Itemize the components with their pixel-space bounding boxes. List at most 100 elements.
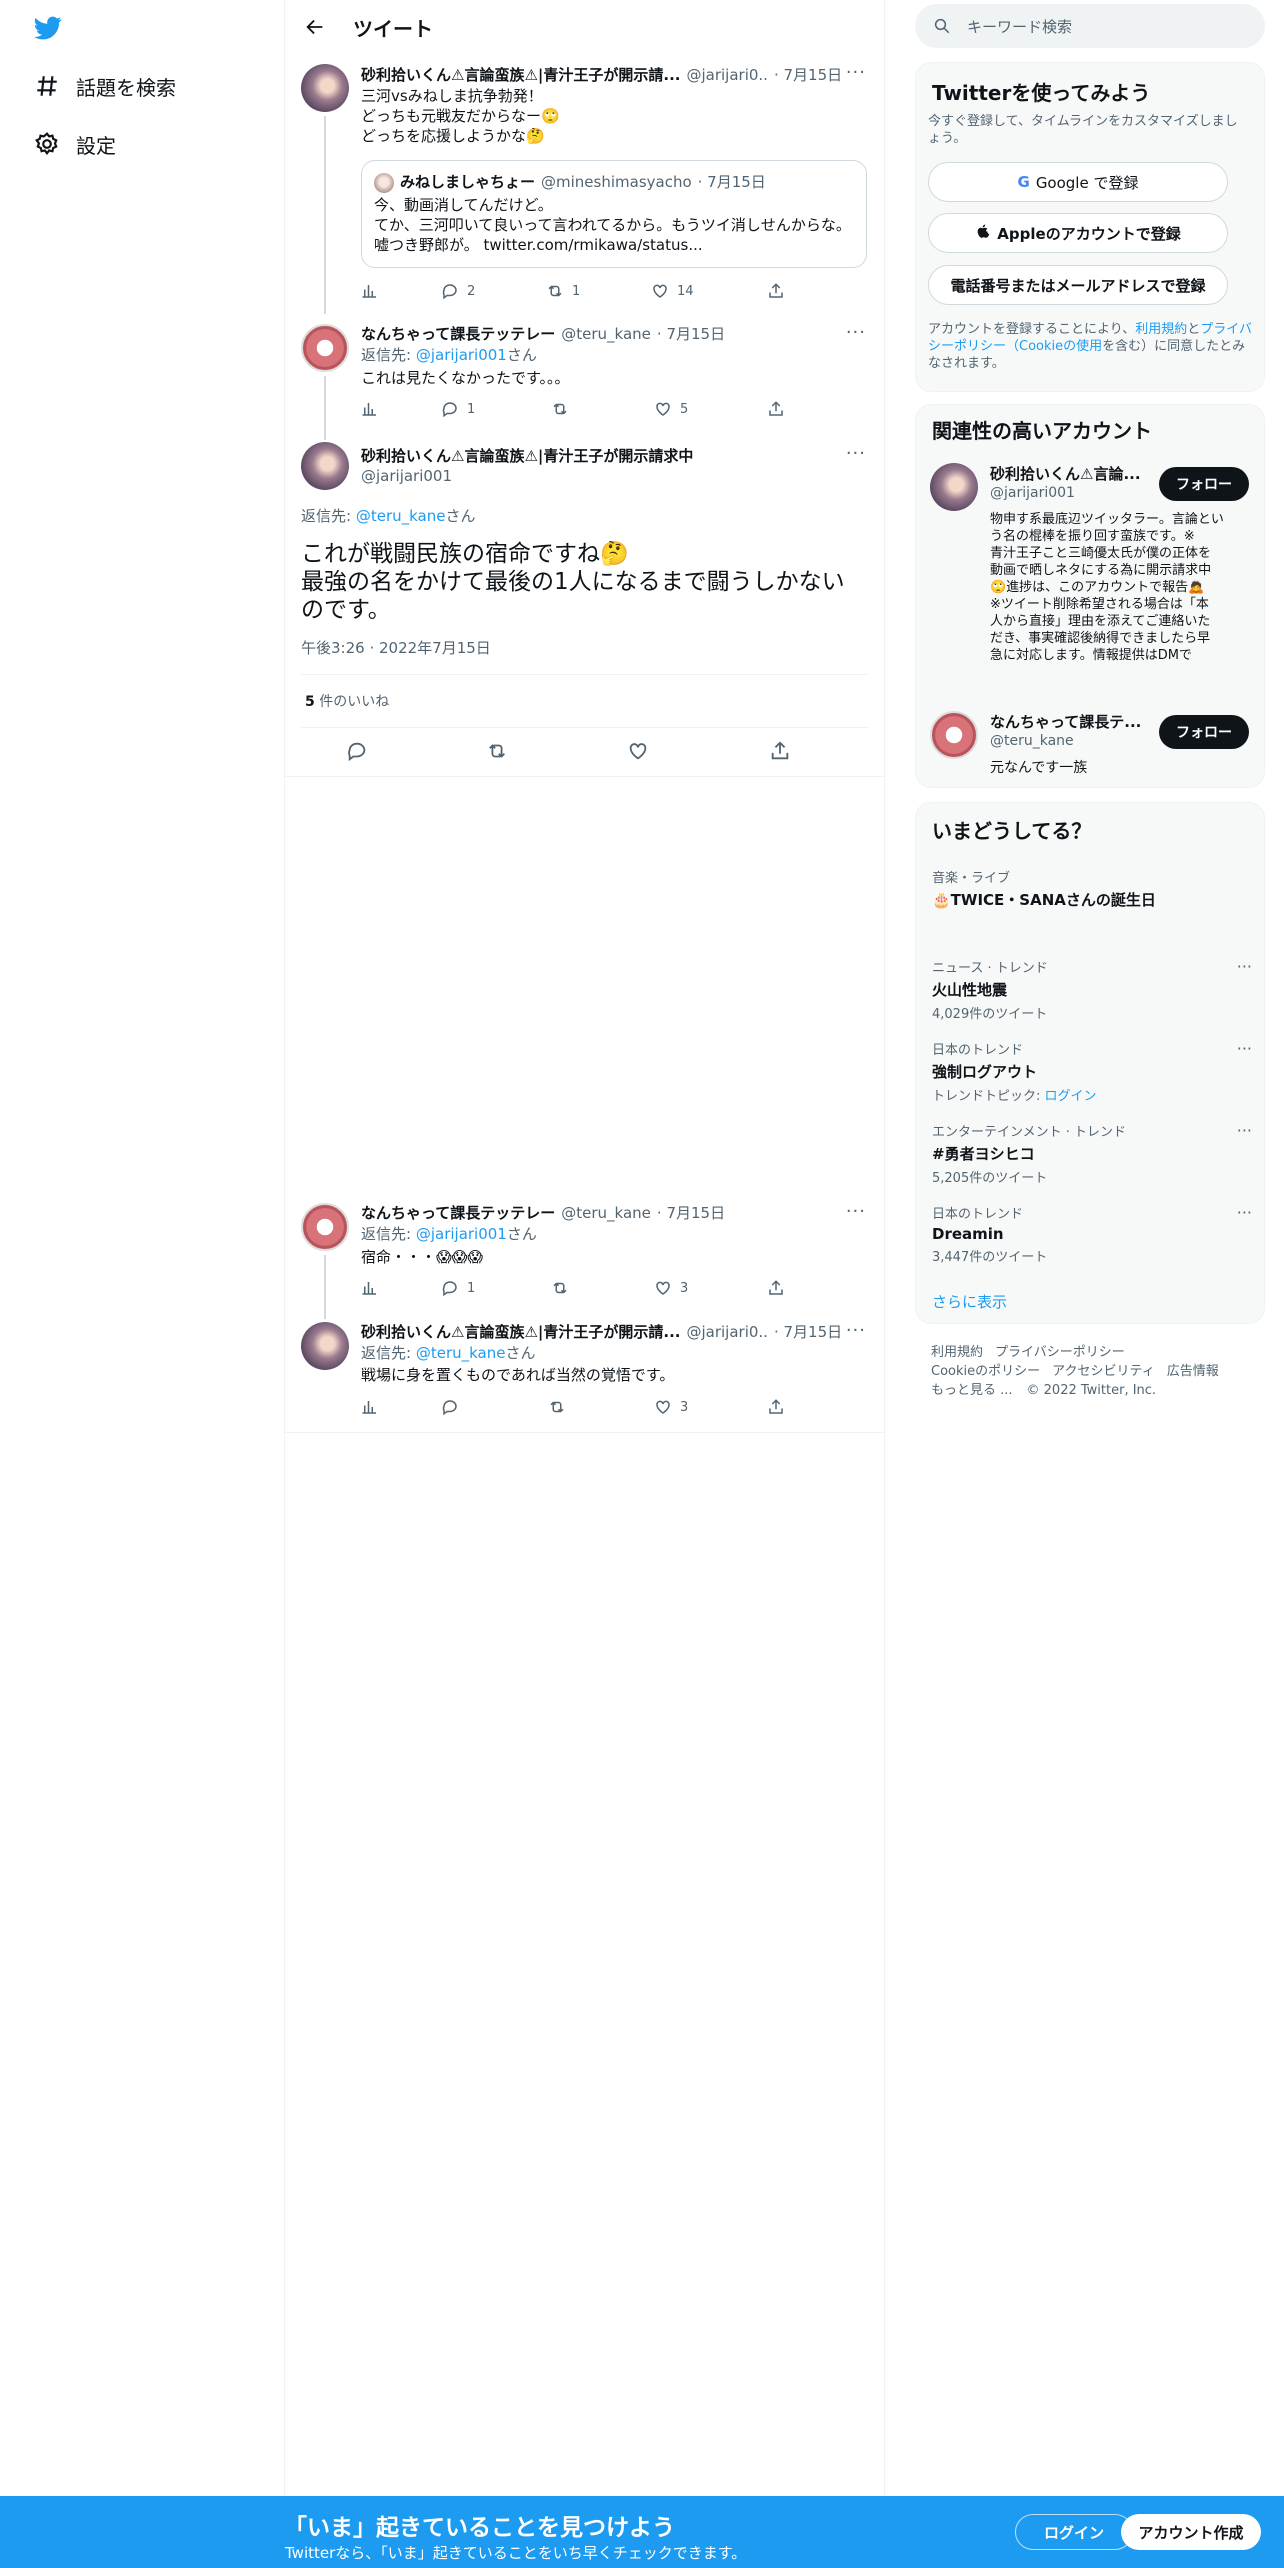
trend-item[interactable]: 日本のトレンド Dreamin 3,447件のツイート ··· [932, 1203, 1252, 1265]
follow-button[interactable]: フォロー [1159, 467, 1249, 501]
avatar[interactable] [301, 1203, 349, 1251]
more-options-icon[interactable]: ··· [1237, 1039, 1252, 1058]
more-options-icon[interactable]: ··· [846, 62, 866, 83]
reply-button[interactable] [441, 1398, 467, 1416]
bottom-signup-bar: 「いま」起きていることを見つけよう Twitterなら、「いま」起きていることを… [0, 2496, 1284, 2568]
likes-summary[interactable]: 5 件のいいね [305, 692, 389, 712]
trend-topic-prefix: トレンドトピック: [932, 1089, 1045, 1104]
footer-link[interactable]: 利用規約 [931, 1344, 983, 1361]
follow-button[interactable]: フォロー [1159, 715, 1249, 749]
more-options-icon[interactable]: ··· [1237, 1203, 1252, 1222]
account-name[interactable]: 砂利拾いくん⚠言論... [990, 463, 1141, 484]
tweet-date[interactable]: · 7月15日 [774, 1321, 842, 1342]
author-handle[interactable]: @teru_kane [561, 325, 651, 343]
tweet-date[interactable]: · 7月15日 [657, 323, 725, 344]
author-handle[interactable]: @teru_kane [561, 1204, 651, 1222]
more-options-icon[interactable]: ··· [1237, 1121, 1252, 1140]
author-name[interactable]: 砂利拾いくん⚠言論蛮族⚠|青汁王子が開示請... [361, 64, 680, 85]
quoted-tweet[interactable]: みねしましゃちょー @mineshimasyacho · 7月15日 今、動画消… [361, 160, 867, 268]
footer-link[interactable]: 広告情報 [1167, 1363, 1219, 1380]
footer-link[interactable]: アクセシビリティ [1052, 1363, 1155, 1380]
avatar[interactable] [301, 324, 349, 372]
more-options-icon[interactable]: ··· [1237, 957, 1252, 976]
tweet-timestamp[interactable]: 午後3:26 · 2022年7月15日 [301, 638, 491, 658]
reply-button[interactable]: 1 [441, 400, 475, 418]
reply-button[interactable]: 2 [441, 282, 475, 300]
avatar[interactable] [301, 64, 349, 112]
footer-more-link[interactable]: もっと見る ... [931, 1382, 1013, 1399]
search-input[interactable]: キーワード検索 [967, 16, 1072, 37]
more-options-icon[interactable]: ··· [846, 322, 866, 343]
twitter-logo-icon[interactable] [32, 14, 64, 42]
reply-button[interactable]: 1 [441, 1279, 475, 1297]
share-icon[interactable] [767, 400, 785, 418]
apple-signup-label: Appleのアカウントで登録 [997, 224, 1181, 243]
tweet-date[interactable]: · 7月15日 [774, 64, 842, 85]
retweet-button[interactable] [551, 400, 577, 418]
share-icon[interactable] [767, 1398, 785, 1416]
author-name[interactable]: 砂利拾いくん⚠言論蛮族⚠|青汁王子が開示請... [361, 1321, 680, 1342]
like-button[interactable]: 5 [654, 400, 688, 418]
trend-item[interactable]: エンターテインメント · トレンド #勇者ヨシヒコ 5,205件のツイート ··… [932, 1121, 1252, 1186]
trend-item[interactable]: ニュース · トレンド 火山性地震 4,029件のツイート ··· [932, 957, 1252, 1022]
author-handle[interactable]: @jarijari0.. [686, 1323, 767, 1341]
google-signup-button[interactable]: G Google で登録 [928, 162, 1228, 202]
analytics-icon[interactable] [361, 400, 379, 418]
author-name[interactable]: 砂利拾いくん⚠言論蛮族⚠|青汁王子が開示請求中 [361, 445, 693, 466]
account-handle[interactable]: @jarijari001 [990, 485, 1075, 501]
author-name[interactable]: なんちゃって課長テッテレー [361, 1202, 555, 1223]
reply-to-link[interactable]: @teru_kane [356, 507, 446, 525]
nav-explore[interactable]: 話題を検索 [32, 64, 176, 108]
phone-email-signup-button[interactable]: 電話番号またはメールアドレスで登録 [928, 265, 1228, 305]
reply-to-link[interactable]: @jarijari001 [416, 346, 507, 364]
account-name[interactable]: なんちゃって課長テ... [990, 711, 1141, 732]
share-icon[interactable] [767, 282, 785, 300]
reply-button[interactable] [346, 740, 368, 762]
trend-item[interactable]: 日本のトレンド 強制ログアウト トレンドトピック: ログイン ··· [932, 1039, 1252, 1104]
like-button[interactable]: 14 [651, 282, 694, 300]
reply-to-link[interactable]: @jarijari001 [416, 1225, 507, 1243]
share-icon[interactable] [769, 740, 791, 762]
login-button[interactable]: ログイン [1015, 2514, 1133, 2550]
nav-settings[interactable]: 設定 [32, 122, 116, 166]
analytics-icon[interactable] [361, 282, 379, 300]
like-button[interactable]: 3 [654, 1279, 688, 1297]
back-arrow-icon[interactable] [295, 7, 335, 47]
avatar[interactable] [301, 1322, 349, 1370]
more-options-icon[interactable]: ··· [846, 443, 866, 464]
heart-icon [653, 284, 667, 298]
apple-signup-button[interactable]: Appleのアカウントで登録 [928, 213, 1228, 253]
show-more-link[interactable]: さらに表示 [932, 1291, 1007, 1312]
reply-count: 1 [467, 1280, 476, 1296]
like-button[interactable]: 3 [654, 1398, 688, 1416]
avatar[interactable] [930, 463, 978, 511]
signup-button[interactable]: アカウント作成 [1121, 2514, 1261, 2550]
avatar[interactable] [301, 442, 349, 490]
like-button[interactable] [627, 740, 649, 762]
account-handle[interactable]: @teru_kane [990, 733, 1074, 749]
avatar[interactable] [930, 711, 978, 759]
analytics-icon[interactable] [361, 1279, 379, 1297]
more-options-icon[interactable]: ··· [846, 1201, 866, 1222]
more-options-icon[interactable]: ··· [846, 1320, 866, 1341]
trend-category: 日本のトレンド [932, 1043, 1024, 1058]
author-handle[interactable]: @jarijari0.. [686, 66, 767, 84]
analytics-icon[interactable] [361, 1398, 379, 1416]
search-box[interactable]: キーワード検索 [915, 4, 1265, 48]
trend-item[interactable]: 音楽・ライブ 🎂TWICE・SANAさんの誕生日 [932, 867, 1252, 910]
trend-category: 音楽・ライブ [932, 871, 1011, 886]
terms-link[interactable]: 利用規約 [1135, 322, 1187, 337]
trend-topic-link[interactable]: ログイン [1045, 1089, 1097, 1104]
share-icon[interactable] [767, 1279, 785, 1297]
retweet-button[interactable]: 1 [546, 282, 580, 300]
author-handle[interactable]: @jarijari001 [361, 466, 452, 486]
retweet-button[interactable] [486, 740, 508, 762]
reply-to-link[interactable]: @teru_kane [416, 1344, 506, 1362]
footer-link[interactable]: プライバシーポリシー [995, 1344, 1125, 1361]
google-icon: G [1017, 173, 1030, 191]
tweet-date[interactable]: · 7月15日 [657, 1202, 725, 1223]
footer-link[interactable]: Cookieのポリシー [931, 1363, 1040, 1380]
retweet-button[interactable] [551, 1279, 577, 1297]
retweet-button[interactable] [548, 1398, 574, 1416]
author-name[interactable]: なんちゃって課長テッテレー [361, 323, 555, 344]
